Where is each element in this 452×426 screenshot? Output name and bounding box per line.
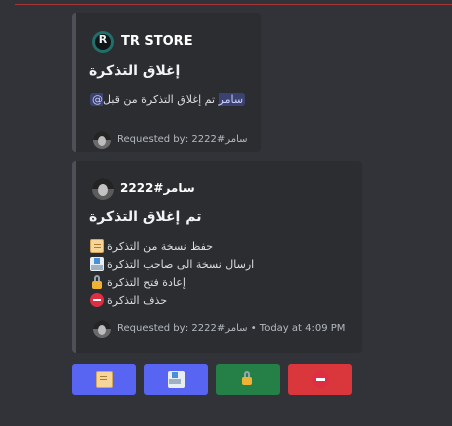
save-transcript-button[interactable] bbox=[72, 364, 136, 395]
store-logo-avatar: R bbox=[92, 31, 114, 53]
no-entry-icon bbox=[90, 293, 104, 307]
new-messages-divider bbox=[15, 4, 452, 5]
envelope-icon bbox=[90, 257, 104, 271]
scroll-icon bbox=[96, 371, 113, 388]
no-entry-icon bbox=[312, 371, 329, 388]
envelope-icon bbox=[168, 371, 185, 388]
field-reopen-ticket: إعادة فتح التذكرة bbox=[90, 275, 186, 289]
scroll-icon bbox=[90, 239, 104, 253]
embed-title: إغلاق التذكرة bbox=[89, 63, 181, 79]
field-delete-ticket: حذف التذكرة bbox=[90, 293, 167, 307]
reopen-ticket-button[interactable] bbox=[216, 364, 280, 395]
field-send-transcript: ارسال نسخة الى صاحب التذكرة bbox=[90, 257, 254, 271]
footer-avatar bbox=[93, 131, 111, 149]
embed-footer: Requested by: سامر#2222 bbox=[117, 134, 248, 145]
ticket-closed-embed: سامر#2222 تم إغلاق التذكرة حفظ نسخة من ا… bbox=[72, 161, 362, 353]
unlock-icon bbox=[240, 371, 257, 388]
close-ticket-embed: R TR STORE إغلاق التذكرة @سامر تم إغلاق … bbox=[72, 13, 261, 152]
embed-author: سامر#2222 bbox=[120, 181, 195, 195]
send-transcript-button[interactable] bbox=[144, 364, 208, 395]
embed-author: TR STORE bbox=[121, 34, 193, 49]
unlock-icon bbox=[90, 275, 104, 289]
footer-avatar bbox=[93, 320, 111, 338]
embed-title: تم إغلاق التذكرة bbox=[89, 209, 202, 225]
embed-footer: Requested by: سامر#2222 • Today at 4:09 … bbox=[117, 323, 346, 334]
delete-ticket-button[interactable] bbox=[288, 364, 352, 395]
author-avatar bbox=[92, 178, 114, 200]
field-save-transcript: حفظ نسخة من التذكرة bbox=[90, 239, 213, 253]
embed-description: @سامر تم إغلاق التذكرة من قبل bbox=[90, 93, 246, 106]
description-text: تم إغلاق التذكرة من قبل bbox=[103, 93, 216, 106]
